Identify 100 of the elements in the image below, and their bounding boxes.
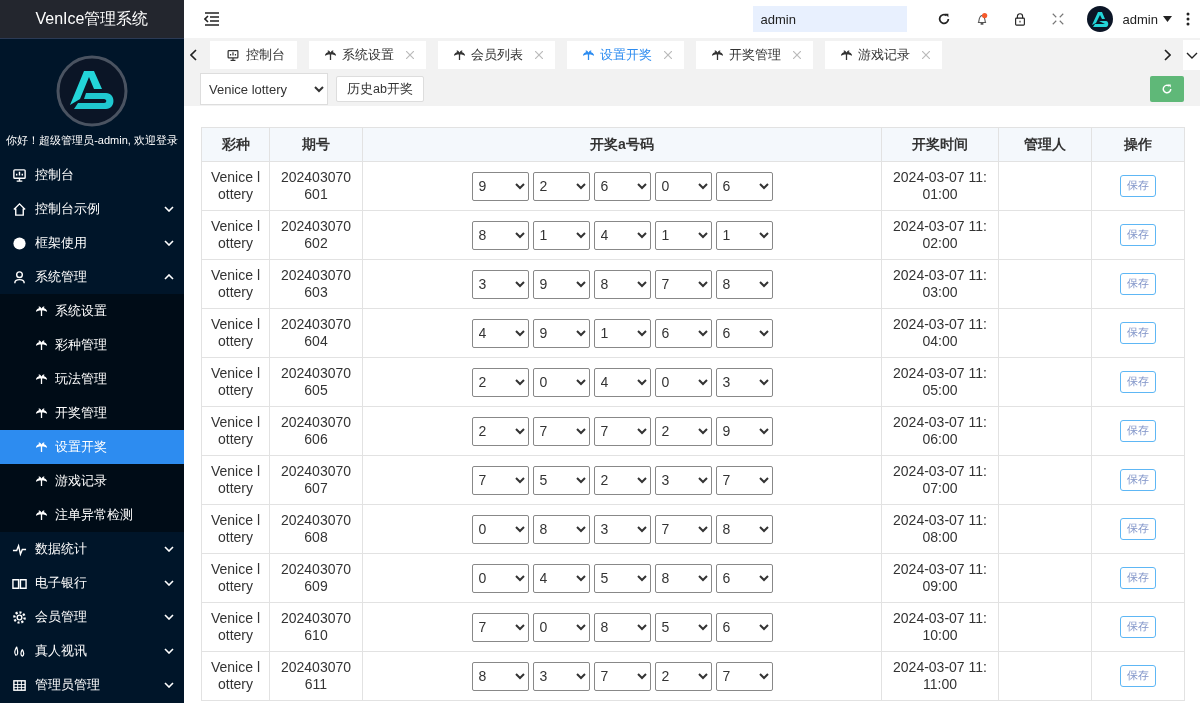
number-select[interactable]: 8 <box>532 514 590 544</box>
number-select[interactable]: 2 <box>532 171 590 201</box>
number-select[interactable]: 3 <box>654 465 712 495</box>
number-select[interactable]: 2 <box>654 661 712 691</box>
scroll-right-icon[interactable] <box>1163 49 1171 61</box>
sidebar-subitem[interactable]: 玩法管理 <box>0 362 184 396</box>
sidebar-item[interactable]: 数据统计 <box>0 532 184 566</box>
number-select[interactable]: 9 <box>471 171 529 201</box>
number-select[interactable]: 1 <box>593 318 651 348</box>
scroll-left-icon[interactable] <box>190 49 198 61</box>
number-select[interactable]: 6 <box>715 318 773 348</box>
table-cell: 202403070604 <box>269 308 363 358</box>
tab-menu-button[interactable] <box>1183 40 1200 70</box>
number-select[interactable]: 9 <box>715 416 773 446</box>
number-select[interactable]: 7 <box>532 416 590 446</box>
number-select[interactable]: 6 <box>715 563 773 593</box>
number-select[interactable]: 5 <box>654 612 712 642</box>
sidebar-item[interactable]: 会员管理 <box>0 600 184 634</box>
history-button[interactable]: 历史ab开奖 <box>336 76 424 102</box>
table-cell: 2024-03-07 11:01:00 <box>881 161 999 211</box>
number-select[interactable]: 0 <box>532 367 590 397</box>
sidebar-item[interactable]: 真人视讯 <box>0 634 184 668</box>
number-select[interactable]: 8 <box>471 661 529 691</box>
number-select[interactable]: 1 <box>654 220 712 250</box>
number-select[interactable]: 5 <box>593 563 651 593</box>
number-select[interactable]: 3 <box>532 661 590 691</box>
fullscreen-icon[interactable] <box>1050 12 1065 26</box>
sidebar-subitem[interactable]: 彩种管理 <box>0 328 184 362</box>
number-select[interactable]: 8 <box>471 220 529 250</box>
number-select[interactable]: 7 <box>471 465 529 495</box>
number-select[interactable]: 4 <box>593 220 651 250</box>
number-select[interactable]: 7 <box>654 514 712 544</box>
more-icon[interactable] <box>1186 12 1190 26</box>
number-select[interactable]: 6 <box>654 318 712 348</box>
number-select[interactable]: 8 <box>715 269 773 299</box>
number-select[interactable]: 2 <box>471 367 529 397</box>
sidebar-item[interactable]: 系统管理 <box>0 260 184 294</box>
sidebar-subitem[interactable]: 游戏记录 <box>0 464 184 498</box>
number-select[interactable]: 3 <box>471 269 529 299</box>
number-select[interactable]: 7 <box>471 612 529 642</box>
lottery-select[interactable]: Venice lottery <box>200 73 328 105</box>
palm-icon <box>712 49 723 61</box>
number-select[interactable]: 6 <box>715 612 773 642</box>
number-select[interactable]: 8 <box>593 612 651 642</box>
sidebar-subitem[interactable]: 开奖管理 <box>0 396 184 430</box>
search-field[interactable]: admin <box>752 6 907 32</box>
tab[interactable]: 开奖管理 <box>696 41 813 69</box>
number-select[interactable]: 7 <box>593 416 651 446</box>
number-select[interactable]: 5 <box>532 465 590 495</box>
number-select[interactable]: 9 <box>532 269 590 299</box>
sidebar-subitem[interactable]: 系统设置 <box>0 294 184 328</box>
number-select[interactable]: 8 <box>593 269 651 299</box>
table-cell: 202403070609 <box>269 553 363 603</box>
sidebar-item[interactable]: 电子银行 <box>0 566 184 600</box>
table-cell: Venice lottery <box>201 210 270 260</box>
number-select[interactable]: 3 <box>715 367 773 397</box>
sidebar-item[interactable]: 控制台示例 <box>0 192 184 226</box>
number-select[interactable]: 0 <box>532 612 590 642</box>
number-select[interactable]: 7 <box>654 269 712 299</box>
number-select[interactable]: 2 <box>471 416 529 446</box>
tab[interactable]: 系统设置 <box>309 41 426 69</box>
table-cell: 2024-03-07 11:08:00 <box>881 504 999 554</box>
sidebar-subitem[interactable]: 注单异常检测 <box>0 498 184 532</box>
number-select[interactable]: 2 <box>593 465 651 495</box>
user-menu[interactable]: admin <box>1122 11 1172 27</box>
sidebar-item[interactable]: 控制台 <box>0 158 184 192</box>
sidebar-item[interactable]: 管理员管理 <box>0 668 184 702</box>
lock-icon[interactable] <box>1012 12 1027 26</box>
column-header: 管理人 <box>998 127 1092 162</box>
avatar-icon[interactable] <box>1086 6 1113 32</box>
number-select[interactable]: 1 <box>715 220 773 250</box>
tab[interactable]: 游戏记录 <box>825 41 942 69</box>
refresh-icon[interactable] <box>936 12 951 26</box>
tab[interactable]: 控制台 <box>210 41 297 69</box>
tab[interactable]: 设置开奖 <box>567 41 684 69</box>
number-select[interactable]: 0 <box>471 563 529 593</box>
number-select[interactable]: 8 <box>654 563 712 593</box>
number-select[interactable]: 0 <box>654 367 712 397</box>
number-select[interactable]: 3 <box>593 514 651 544</box>
menu-icon[interactable] <box>204 12 220 26</box>
number-select[interactable]: 7 <box>715 661 773 691</box>
number-select[interactable]: 0 <box>654 171 712 201</box>
number-select[interactable]: 2 <box>654 416 712 446</box>
table-cell: 202403070608 <box>269 504 363 554</box>
number-select[interactable]: 1 <box>532 220 590 250</box>
number-select[interactable]: 6 <box>715 171 773 201</box>
tab[interactable]: 会员列表 <box>438 41 555 69</box>
number-select[interactable]: 4 <box>471 318 529 348</box>
number-select[interactable]: 4 <box>532 563 590 593</box>
number-select[interactable]: 7 <box>715 465 773 495</box>
number-select[interactable]: 7 <box>593 661 651 691</box>
table-cell: 202403070607 <box>269 455 363 505</box>
number-select[interactable]: 8 <box>715 514 773 544</box>
number-select[interactable]: 0 <box>471 514 529 544</box>
number-select[interactable]: 6 <box>593 171 651 201</box>
number-select[interactable]: 4 <box>593 367 651 397</box>
sidebar-item[interactable]: 框架使用 <box>0 226 184 260</box>
chevron-icon <box>1185 51 1198 59</box>
column-header: 操作 <box>1091 127 1185 162</box>
number-select[interactable]: 9 <box>532 318 590 348</box>
